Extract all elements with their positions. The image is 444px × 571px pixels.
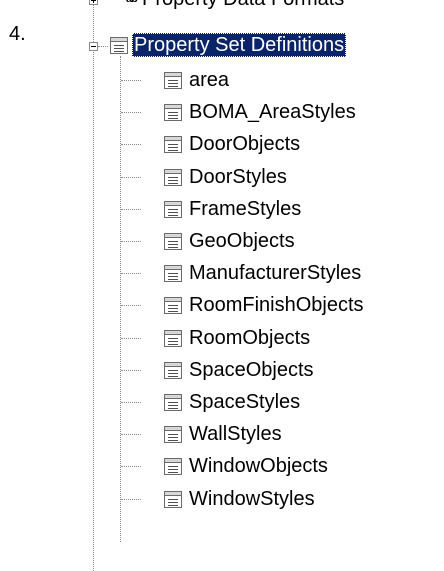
list-icon xyxy=(164,491,182,508)
tree-connector-line xyxy=(121,144,141,145)
tree-connector-line xyxy=(121,241,141,242)
list-icon xyxy=(164,362,182,379)
tree-connector-line xyxy=(121,209,141,210)
tree-connector-line xyxy=(93,52,94,571)
tree-node-item[interactable]: ManufacturerStyles xyxy=(187,261,363,285)
tree-connector-line xyxy=(93,5,94,42)
list-icon xyxy=(164,233,182,250)
list-icon xyxy=(164,426,182,443)
tree-node-item[interactable]: RoomFinishObjects xyxy=(187,293,366,317)
list-icon xyxy=(164,104,182,121)
tree-connector-line xyxy=(121,434,141,435)
tree-node-item[interactable]: RoomObjects xyxy=(187,326,312,350)
tree-node-item[interactable]: WindowObjects xyxy=(187,454,330,478)
ab-format-icon: ab xyxy=(126,0,138,6)
tree-connector-line xyxy=(121,112,141,113)
list-icon xyxy=(164,72,182,89)
tree-connector-line xyxy=(120,56,121,542)
tree-node-item[interactable]: DoorStyles xyxy=(187,165,289,189)
tree-connector-line xyxy=(98,46,108,47)
list-icon xyxy=(164,458,182,475)
tree-connector-line xyxy=(121,305,141,306)
list-icon xyxy=(164,330,182,347)
tree-node-item[interactable]: WallStyles xyxy=(187,422,284,446)
tree-node-item[interactable]: FrameStyles xyxy=(187,197,303,221)
tree-connector-line xyxy=(121,177,141,178)
list-icon xyxy=(164,169,182,186)
tree-node-item[interactable]: SpaceStyles xyxy=(187,390,302,414)
tree-connector-line xyxy=(121,466,141,467)
tree-node-property-data-formats[interactable]: Property Data Formats xyxy=(142,0,344,11)
tree-connector-line xyxy=(121,338,141,339)
list-icon xyxy=(164,201,182,218)
tree-node-item[interactable]: BOMA_AreaStyles xyxy=(187,100,358,124)
list-icon xyxy=(164,297,182,314)
list-icon xyxy=(164,265,182,282)
tree-connector-line xyxy=(121,402,141,403)
tree-connector-line xyxy=(121,370,141,371)
tree-connector-line xyxy=(121,273,141,274)
tree-view[interactable]: ab Property Data Formats Property Set De… xyxy=(0,0,444,571)
list-icon xyxy=(110,37,128,54)
list-icon xyxy=(164,136,182,153)
tree-node-property-set-definitions[interactable]: Property Set Definitions xyxy=(132,33,347,57)
tree-node-item[interactable]: DoorObjects xyxy=(187,132,302,156)
tree-node-item[interactable]: GeoObjects xyxy=(187,229,297,253)
tree-node-item[interactable]: area xyxy=(187,68,231,92)
tree-connector-line xyxy=(121,499,141,500)
tree-node-item[interactable]: WindowStyles xyxy=(187,487,317,511)
tree-connector-line xyxy=(121,80,141,81)
collapse-toggle-icon[interactable] xyxy=(89,42,98,51)
list-icon xyxy=(164,394,182,411)
tree-node-item[interactable]: SpaceObjects xyxy=(187,358,316,382)
